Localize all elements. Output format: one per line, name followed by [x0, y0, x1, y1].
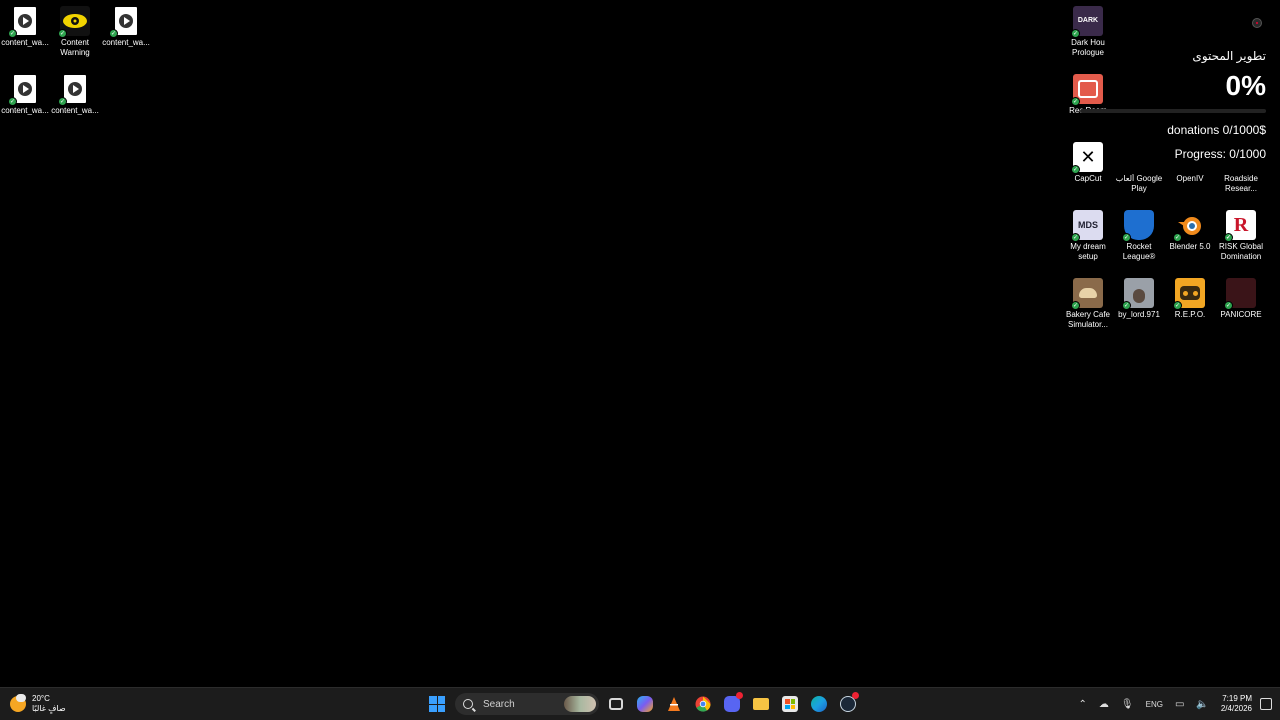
widget-progress-bar — [1080, 109, 1266, 113]
notifications-bell-icon[interactable] — [1260, 698, 1272, 710]
chrome-icon — [695, 696, 711, 712]
notification-badge — [852, 692, 859, 699]
folder-icon — [753, 698, 769, 710]
blender-icon: ✓ — [1173, 210, 1205, 242]
panicore-icon: ✓ — [1224, 278, 1256, 310]
copilot-button[interactable] — [632, 691, 658, 717]
widget-logo-icon — [1252, 18, 1262, 28]
desktop-icon-repo[interactable]: ✓ R.E.P.O. — [1165, 278, 1215, 320]
rec-room-icon: ✓ — [1071, 74, 1103, 106]
taskbar-search[interactable]: Search — [455, 693, 599, 715]
system-tray: ⌃ ☁ 🎙 ENG ▭ 🔈 7:19 PM 2/4/2026 — [1073, 691, 1272, 717]
windows-icon — [429, 696, 445, 712]
steam-button[interactable] — [835, 691, 861, 717]
vlc-button[interactable] — [661, 691, 687, 717]
desktop-icon-label: R.E.P.O. — [1174, 310, 1206, 319]
video-file-icon: ✓ — [8, 6, 40, 38]
desktop-icon-bakery-cafe[interactable]: ✓ Bakery Cafe Simulator... — [1063, 278, 1113, 330]
show-hidden-icons-chevron-icon[interactable]: ⌃ — [1079, 699, 1087, 710]
weather-desc: صافٍ غالبًا — [32, 704, 66, 713]
desktop-icon-blender[interactable]: ✓ Blender 5.0 — [1165, 210, 1215, 252]
network-icon[interactable]: ▭ — [1175, 699, 1184, 710]
desktop-icon-label: My dream setup — [1070, 242, 1106, 261]
desktop-icon-panicore[interactable]: ✓ PANICORE — [1216, 278, 1266, 320]
desktop-icon-rocket-league[interactable]: ✓ Rocket League® — [1114, 210, 1164, 262]
weather-temp: 20°C — [32, 694, 50, 703]
copilot-icon — [637, 696, 653, 712]
desktop-icon-label: Blender 5.0 — [1169, 242, 1211, 251]
desktop-icon-content-2[interactable]: ✓ content_wa... — [101, 6, 151, 48]
onedrive-icon[interactable]: ☁ — [1099, 699, 1109, 710]
widget-percent: 0% — [1225, 70, 1266, 101]
discord-button[interactable] — [719, 691, 745, 717]
file-explorer-button[interactable] — [748, 691, 774, 717]
clock[interactable]: 7:19 PM 2/4/2026 — [1221, 694, 1252, 714]
chrome-button[interactable] — [690, 691, 716, 717]
desktop-icon-label: content_wa... — [102, 38, 150, 47]
video-file-icon: ✓ — [109, 6, 141, 38]
desktop-icon-label: Bakery Cafe Simulator... — [1065, 310, 1111, 329]
desktop-icon-capcut[interactable]: ✕ ✓ CapCut — [1063, 142, 1113, 184]
desktop-icon-label: CapCut — [1074, 174, 1102, 183]
desktop-icon-label: Rocket League® — [1122, 242, 1156, 261]
taskbar-center: Search — [424, 691, 864, 717]
desktop-icon-label: content_wa... — [1, 106, 49, 115]
search-placeholder: Search — [483, 698, 515, 710]
video-file-icon: ✓ — [58, 74, 90, 106]
desktop-icon-label: Roadside Resear... — [1224, 174, 1258, 193]
widget-title: تطوير المحتوى — [1192, 49, 1266, 63]
microphone-icon[interactable]: 🎙 — [1121, 699, 1134, 710]
dark-house-icon: DARK ✓ — [1071, 6, 1103, 38]
language-indicator[interactable]: ENG — [1146, 700, 1163, 709]
desktop-icon-label: content_wa... — [51, 106, 99, 115]
google-play-games-icon — [1124, 142, 1154, 172]
capcut-icon: ✕ ✓ — [1071, 142, 1103, 174]
photo-icon: ✓ — [1122, 278, 1154, 310]
desktop-icon-content-3[interactable]: ✓ content_wa... — [0, 74, 50, 116]
bakery-cafe-icon: ✓ — [1071, 278, 1103, 310]
vlc-icon — [668, 697, 680, 711]
desktop-icon-label: OpenIV — [1176, 174, 1204, 183]
notification-badge — [736, 692, 743, 699]
desktop-icon-google-play-games[interactable]: ألعاب Google Play — [1114, 142, 1164, 194]
desktop-icon-risk[interactable]: R ✓ RISK Global Domination — [1216, 210, 1266, 262]
start-button[interactable] — [424, 691, 450, 717]
desktop-icon-label: PANICORE — [1220, 310, 1262, 319]
store-icon — [782, 696, 798, 712]
widget-donations: donations 0/1000$ — [1167, 123, 1266, 137]
volume-icon[interactable]: 🔈 — [1196, 699, 1208, 710]
desktop-icon-label: Content Warning — [60, 38, 90, 57]
task-view-button[interactable] — [603, 691, 629, 717]
rocket-league-icon: ✓ — [1122, 210, 1154, 242]
search-highlight-image — [564, 696, 596, 712]
desktop-icon-label: by_lord.971 — [1118, 310, 1160, 319]
edge-icon — [811, 696, 827, 712]
clock-time: 7:19 PM — [1222, 694, 1252, 703]
desktop-icon-content-4[interactable]: ✓ content_wa... — [50, 74, 100, 116]
desktop-icon-label: RISK Global Domination — [1218, 242, 1264, 261]
clock-date: 2/4/2026 — [1220, 704, 1252, 713]
video-file-icon: ✓ — [8, 74, 40, 106]
microsoft-store-button[interactable] — [777, 691, 803, 717]
weather-widget[interactable]: 20°C صافٍ غالبًا — [10, 692, 66, 716]
desktop-icon-content-1[interactable]: ✓ content_wa... — [0, 6, 50, 48]
task-view-icon — [609, 698, 623, 710]
search-icon — [463, 699, 473, 709]
desktop-icon-by-lord[interactable]: ✓ by_lord.971 — [1114, 278, 1164, 320]
desktop-icon-content-warning[interactable]: ✓ Content Warning — [50, 6, 100, 58]
weather-icon — [10, 694, 26, 712]
desktop-icon-my-dream-setup[interactable]: MDS ✓ My dream setup — [1063, 210, 1113, 262]
widget-progress-text: Progress: 0/1000 — [1174, 147, 1266, 161]
edge-button[interactable] — [806, 691, 832, 717]
repo-icon: ✓ — [1173, 278, 1205, 310]
desktop-icon-label: Dark Hou Prologue — [1071, 38, 1105, 57]
document-icon: MDS ✓ — [1071, 210, 1103, 242]
taskbar: 20°C صافٍ غالبًا Search ⌃ ☁ 🎙 ENG ▭ 🔈 7:… — [0, 687, 1280, 720]
desktop-icon-label: content_wa... — [1, 38, 49, 47]
risk-icon: R ✓ — [1224, 210, 1256, 242]
content-warning-icon: ✓ — [58, 6, 90, 38]
desktop-icon-label: ألعاب Google Play — [1115, 174, 1163, 193]
desktop-icon-dark-house[interactable]: DARK ✓ Dark Hou Prologue — [1063, 6, 1113, 58]
